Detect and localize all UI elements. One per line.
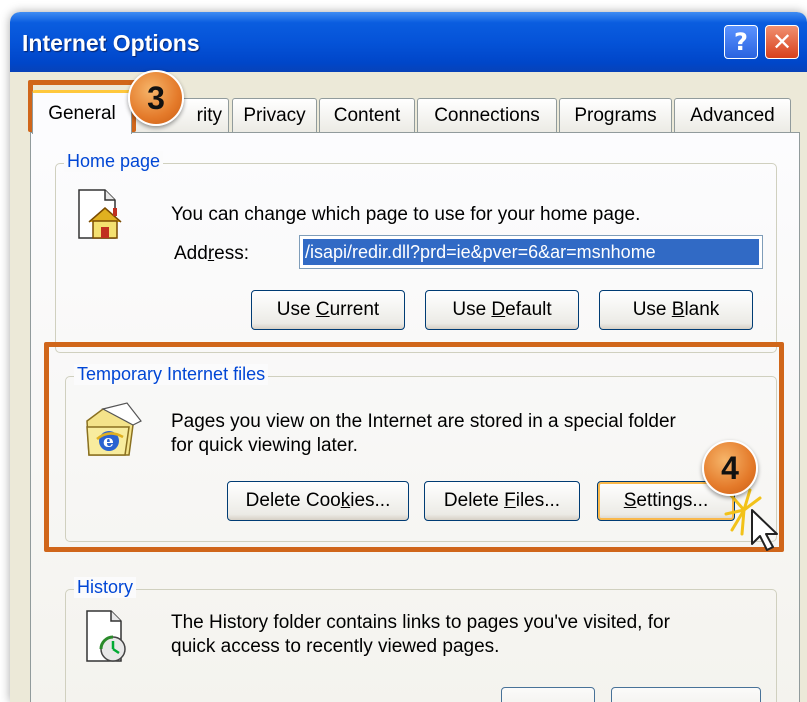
- history-icon: [86, 610, 126, 662]
- history-description-line1: The History folder contains links to pag…: [171, 612, 670, 633]
- tab-general[interactable]: General: [32, 90, 132, 134]
- tab-security-label: rity: [196, 104, 222, 126]
- use-default-button[interactable]: Use Default: [425, 290, 579, 330]
- help-button[interactable]: ?: [724, 25, 758, 59]
- home-page-icon: [78, 189, 122, 239]
- step-4-badge: 4: [702, 440, 758, 496]
- use-current-button[interactable]: Use Current: [251, 290, 405, 330]
- close-button[interactable]: ✕: [765, 25, 799, 59]
- tab-connections[interactable]: Connections: [417, 98, 557, 132]
- use-blank-label: Use Blank: [632, 299, 720, 320]
- history-button-partial-2[interactable]: [611, 687, 761, 702]
- tab-advanced-label: Advanced: [690, 104, 775, 126]
- tab-programs-label: Programs: [574, 104, 657, 126]
- tab-programs[interactable]: Programs: [559, 98, 672, 132]
- home-page-description: You can change which page to use for you…: [171, 204, 641, 225]
- address-label: Address:: [174, 243, 249, 264]
- history-group-label: History: [74, 577, 137, 598]
- use-blank-button[interactable]: Use Blank: [599, 290, 753, 330]
- tab-general-label: General: [48, 102, 116, 124]
- tab-privacy-label: Privacy: [243, 104, 306, 126]
- tab-content-label: Content: [333, 104, 401, 126]
- history-description-line2: quick access to recently viewed pages.: [171, 636, 500, 657]
- tab-advanced[interactable]: Advanced: [674, 98, 791, 132]
- use-default-label: Use Default: [452, 299, 552, 320]
- tab-privacy[interactable]: Privacy: [232, 98, 317, 132]
- step-3-badge: 3: [128, 70, 184, 126]
- title-bar[interactable]: Internet Options ? ✕: [10, 12, 807, 72]
- tab-content[interactable]: Content: [319, 98, 415, 132]
- address-field[interactable]: /isapi/redir.dll?prd=ie&pver=6&ar=msnhom…: [299, 235, 763, 269]
- use-current-label: Use Current: [276, 299, 380, 320]
- callout-box-temp-files: [44, 342, 784, 552]
- home-page-group-label: Home page: [64, 151, 164, 172]
- address-field-value: /isapi/redir.dll?prd=ie&pver=6&ar=msnhom…: [303, 239, 759, 265]
- window-title: Internet Options: [22, 30, 200, 56]
- tab-connections-label: Connections: [434, 104, 540, 126]
- history-button-partial[interactable]: [501, 687, 595, 702]
